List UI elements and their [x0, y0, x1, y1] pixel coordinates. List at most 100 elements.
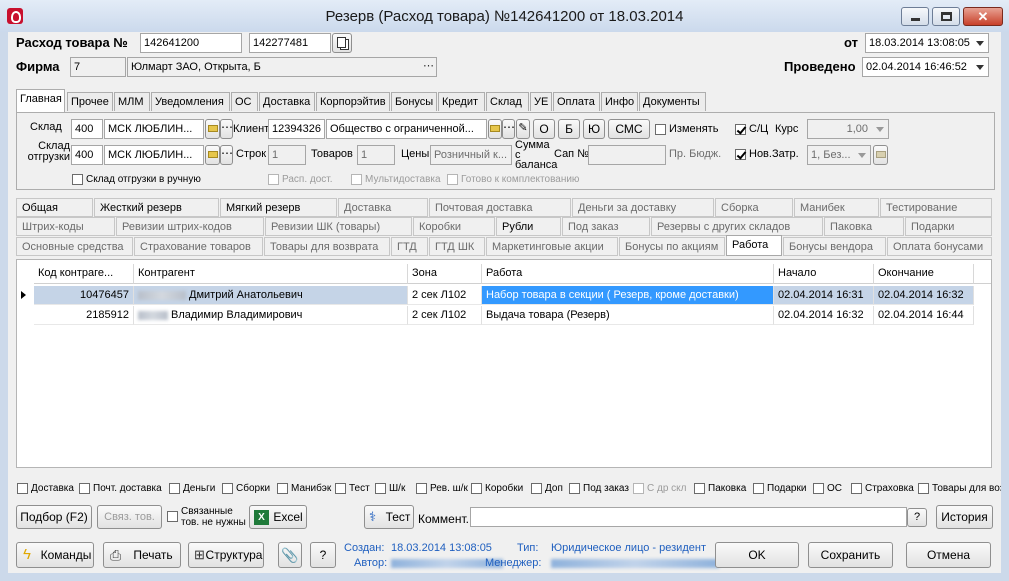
ship-warehouse-ellipsis-button[interactable]: ⋯: [220, 145, 233, 165]
cancel-button[interactable]: Отмена: [906, 542, 991, 568]
filter-delivery-checkbox[interactable]: [17, 483, 28, 494]
tab-other[interactable]: Прочее: [67, 92, 113, 111]
filter-moneyback-checkbox[interactable]: [277, 483, 288, 494]
filter-extra-checkbox[interactable]: [531, 483, 542, 494]
attach-button[interactable]: 📎: [278, 542, 302, 568]
save-button[interactable]: Сохранить: [808, 542, 893, 568]
maximize-button[interactable]: [932, 7, 960, 26]
work-grid[interactable]: Код контраге... Контрагент Зона Работа Н…: [16, 259, 992, 468]
rate-field[interactable]: 1,00: [807, 119, 889, 139]
posted-date-field[interactable]: 02.04.2014 16:46:52: [862, 57, 989, 77]
firm-code-field[interactable]: 7: [70, 57, 126, 77]
subtab-boxes[interactable]: Коробки: [413, 217, 495, 236]
client-b-button[interactable]: Б: [558, 119, 580, 139]
column-header-start[interactable]: Начало: [774, 264, 874, 284]
tab-mlm[interactable]: МЛМ: [114, 92, 150, 111]
minimize-button[interactable]: [901, 7, 929, 26]
filter-money-checkbox[interactable]: [169, 483, 180, 494]
structure-button[interactable]: ⊞ Структура: [188, 542, 264, 568]
tab-corporate[interactable]: Корпорэйтив: [316, 92, 390, 111]
subtab-to-order[interactable]: Под заказ: [562, 217, 650, 236]
subtab-work[interactable]: Работа: [726, 235, 782, 256]
pick-button[interactable]: Подбор (F2): [16, 505, 92, 529]
linked-goods-button[interactable]: Связ. тов.: [97, 505, 162, 529]
chevron-down-icon[interactable]: [872, 121, 887, 137]
tab-warehouse[interactable]: Склад: [486, 92, 529, 111]
subtab-gtd[interactable]: ГТД: [391, 237, 428, 256]
subtab-assembly[interactable]: Сборка: [715, 198, 793, 217]
chevron-down-icon[interactable]: [972, 59, 987, 75]
subtab-packing[interactable]: Паковка: [824, 217, 904, 236]
title-bar[interactable]: Резерв (Расход товара) №142641200 от 18.…: [0, 0, 1009, 32]
client-o-button[interactable]: О: [533, 119, 555, 139]
tab-os[interactable]: ОС: [231, 92, 258, 111]
subtab-soft-reserve[interactable]: Мягкий резерв: [220, 198, 337, 217]
subtab-gtd-barcode[interactable]: ГТД ШК: [429, 237, 485, 256]
tab-ue[interactable]: УЕ: [530, 92, 552, 111]
filter-to-order-checkbox[interactable]: [569, 483, 580, 494]
tab-payment[interactable]: Оплата: [553, 92, 600, 111]
filter-post-checkbox[interactable]: [79, 483, 90, 494]
subtab-marketing[interactable]: Маркетинговые акции: [486, 237, 618, 256]
close-button[interactable]: ✕: [963, 7, 1003, 26]
print-button[interactable]: ⎙ Печать: [103, 542, 181, 568]
ready-checkbox[interactable]: [447, 174, 458, 185]
warehouse-name-field[interactable]: МСК ЛЮБЛИН...: [104, 119, 204, 139]
client-code-field[interactable]: 12394326: [268, 119, 325, 139]
subtab-returns[interactable]: Товары для возврата: [264, 237, 390, 256]
client-edit-button[interactable]: ✎: [516, 119, 530, 139]
from-date-field[interactable]: 18.03.2014 13:08:05: [865, 33, 989, 53]
chevron-down-icon[interactable]: [972, 35, 987, 51]
filter-test-checkbox[interactable]: [335, 483, 346, 494]
filter-other-wh-checkbox[interactable]: [633, 483, 644, 494]
column-header-code[interactable]: Код контраге...: [34, 264, 134, 284]
tab-documents[interactable]: Документы: [639, 92, 706, 111]
firm-name-field[interactable]: Юлмарт ЗАО, Открыта, Б ⋯: [127, 57, 437, 77]
client-yu-button[interactable]: Ю: [583, 119, 605, 139]
cell-zone[interactable]: 2 сек Л102: [408, 286, 482, 305]
chevron-down-icon[interactable]: [854, 147, 869, 163]
client-pick-button[interactable]: [488, 119, 502, 139]
subtab-gifts[interactable]: Подарки: [905, 217, 992, 236]
column-header-contractor[interactable]: Контрагент: [134, 264, 408, 284]
cell-contractor[interactable]: Владимир Владимирович: [134, 306, 408, 325]
ship-warehouse-name-field[interactable]: МСК ЛЮБЛИН...: [104, 145, 204, 165]
tab-main[interactable]: Главная: [16, 89, 65, 112]
subtab-barcode-revisions[interactable]: Ревизии штрих-кодов: [116, 217, 264, 236]
filter-barcode-rev-checkbox[interactable]: [416, 483, 427, 494]
subtab-delivery[interactable]: Доставка: [338, 198, 428, 217]
new-cost-pick-button[interactable]: [873, 145, 888, 165]
comment-help-button[interactable]: ?: [907, 508, 927, 527]
filter-barcode-checkbox[interactable]: [375, 483, 386, 494]
cell-start[interactable]: 02.04.2014 16:32: [774, 306, 874, 325]
warehouse-pick-button[interactable]: [205, 119, 220, 139]
subtab-insurance[interactable]: Страхование товаров: [134, 237, 263, 256]
warehouse-ellipsis-button[interactable]: ⋯: [220, 119, 233, 139]
column-header-zone[interactable]: Зона: [408, 264, 482, 284]
help-button[interactable]: ?: [310, 542, 336, 568]
column-header-work[interactable]: Работа: [482, 264, 774, 284]
sc-checkbox[interactable]: [735, 124, 746, 135]
filter-assembly-checkbox[interactable]: [222, 483, 233, 494]
subtab-delivery-money[interactable]: Деньги за доставку: [572, 198, 714, 217]
subtab-general[interactable]: Общая: [16, 198, 93, 217]
column-header-end[interactable]: Окончание: [874, 264, 974, 284]
filter-gifts-checkbox[interactable]: [753, 483, 764, 494]
subtab-rubles[interactable]: Рубли: [496, 217, 561, 236]
commands-button[interactable]: ϟ Команды: [16, 542, 94, 568]
subtab-post-delivery[interactable]: Почтовая доставка: [429, 198, 571, 217]
subtab-vendor-bonuses[interactable]: Бонусы вендора: [783, 237, 886, 256]
calc-delivery-checkbox[interactable]: [268, 174, 279, 185]
cell-contractor[interactable]: Дмитрий Анатольевич: [134, 286, 408, 305]
cell-start[interactable]: 02.04.2014 16:31: [774, 286, 874, 305]
change-checkbox[interactable]: [655, 124, 666, 135]
tab-info[interactable]: Инфо: [601, 92, 638, 111]
tab-bonuses[interactable]: Бонусы: [391, 92, 437, 111]
tab-notifications[interactable]: Уведомления: [151, 92, 230, 111]
subtab-moneyback[interactable]: Манибек: [794, 198, 879, 217]
table-row[interactable]: 10476457 Дмитрий Анатольевич 2 сек Л102 …: [17, 286, 991, 305]
filter-os-checkbox[interactable]: [813, 483, 824, 494]
filter-insurance-checkbox[interactable]: [851, 483, 862, 494]
excel-button[interactable]: X Excel: [249, 505, 307, 529]
test-button[interactable]: ⚕ Тест: [364, 505, 414, 529]
